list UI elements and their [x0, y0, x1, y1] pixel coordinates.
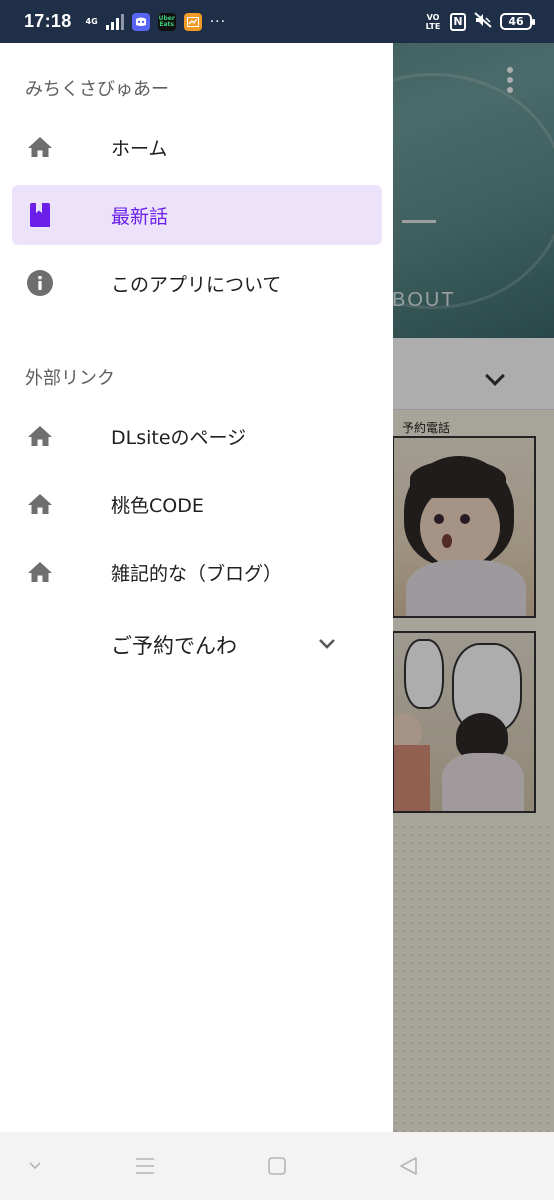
nav-item-label: このアプリについて — [111, 273, 282, 296]
status-right: VO LTE N 46 — [424, 11, 535, 33]
status-bar: 17:18 4G Uber Eats ··· VO LTE N 46 — [0, 0, 554, 43]
nfc-icon: N — [450, 12, 466, 31]
uber-eats-icon: Uber Eats — [157, 12, 176, 31]
menu-icon[interactable] — [132, 1154, 158, 1178]
expander-label: ご予約でんわ — [111, 634, 237, 658]
nav-item-label: 雑記的な（ブログ） — [111, 562, 283, 585]
nav-item-dlsite[interactable]: DLsiteのページ — [12, 406, 382, 466]
external-links-header: 外部リンク — [25, 368, 115, 389]
discord-icon — [131, 12, 150, 31]
volte-icon: VO LTE — [425, 12, 441, 31]
more-notifications: ··· — [209, 13, 227, 30]
chevron-down-icon[interactable] — [317, 636, 337, 655]
chart-app-icon — [183, 12, 202, 31]
nav-item-label: 最新話 — [111, 205, 169, 228]
nav-item-label: DLsiteのページ — [111, 426, 247, 449]
home-icon — [26, 133, 54, 161]
navigation-drawer: みちくさびゅあー ホーム 最新話 このアプリについて 外部リンク DLsiteの… — [0, 43, 393, 1132]
nav-item-latest[interactable]: 最新話 — [12, 185, 382, 245]
nav-item-blog[interactable]: 雑記的な（ブログ） — [12, 542, 382, 602]
status-time: 17:18 — [24, 11, 72, 31]
network-type: 4G — [85, 16, 98, 26]
info-icon — [26, 269, 54, 297]
home-icon — [26, 422, 54, 450]
signal-icon — [105, 13, 124, 30]
system-navigation-bar — [0, 1132, 554, 1200]
back-icon[interactable] — [395, 1154, 421, 1178]
home-icon — [26, 490, 54, 518]
status-left: 17:18 4G Uber Eats ··· — [24, 11, 226, 32]
nav-item-about[interactable]: このアプリについて — [12, 253, 382, 313]
home-icon — [26, 558, 54, 586]
nav-item-momoiro-code[interactable]: 桃色CODE — [12, 474, 382, 534]
book-icon — [26, 201, 54, 229]
nav-item-label: ホーム — [111, 137, 168, 160]
mute-icon — [474, 11, 492, 33]
expander-reservation-call[interactable]: ご予約でんわ — [12, 615, 382, 675]
home-square-icon[interactable] — [264, 1154, 290, 1178]
chevron-down-icon[interactable] — [22, 1154, 48, 1178]
nav-item-home[interactable]: ホーム — [12, 117, 382, 177]
battery-icon: 46 — [500, 13, 535, 30]
nav-item-label: 桃色CODE — [111, 494, 204, 517]
drawer-title: みちくさびゅあー — [25, 79, 169, 100]
